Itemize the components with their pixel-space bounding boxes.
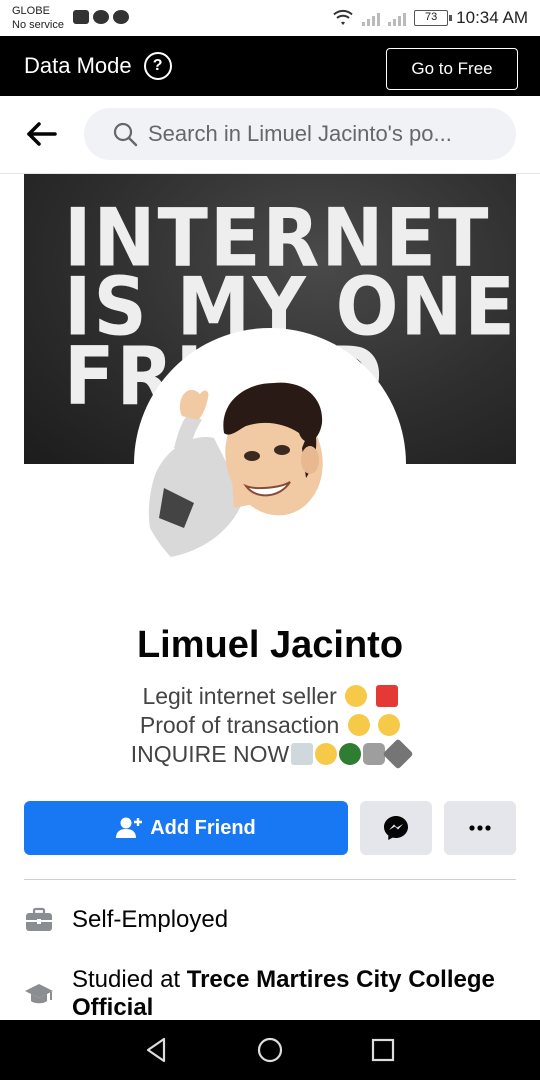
battery-icon: 73 xyxy=(414,10,453,26)
activity-icon xyxy=(73,10,89,24)
signal-icon-2 xyxy=(388,10,407,26)
bio-line: INQUIRE NOW xyxy=(0,738,540,770)
education-detail: Studied at Trece Martires City College O… xyxy=(24,966,516,1022)
notification-icons xyxy=(73,10,129,24)
service-status: No service xyxy=(12,19,64,31)
messenger-icon xyxy=(384,816,408,840)
bio-line: Legit internet seller xyxy=(0,682,540,711)
point-down-emoji-icon xyxy=(347,714,370,736)
globe-emoji-icon xyxy=(339,743,362,765)
work-text: Self-Employed xyxy=(72,906,229,933)
carrier-info: GLOBE No service xyxy=(12,4,64,32)
avatar-illustration xyxy=(148,382,323,558)
divider xyxy=(24,879,516,880)
nav-home-icon[interactable] xyxy=(255,1035,285,1065)
go-to-free-button[interactable]: Go to Free xyxy=(386,48,518,90)
nav-back-icon[interactable] xyxy=(142,1035,172,1065)
profile-bio: Legit internet seller Proof of transacti… xyxy=(0,682,540,770)
smile-emoji-icon xyxy=(315,743,338,765)
status-bar: GLOBE No service 73 10:34 AM xyxy=(0,0,540,36)
add-friend-label: Add Friend xyxy=(150,816,256,839)
messenger-button[interactable] xyxy=(360,801,432,855)
nav-recents-icon[interactable] xyxy=(368,1035,398,1065)
wifi-icon xyxy=(333,9,353,25)
signal-icon xyxy=(362,10,381,26)
system-indicators: 73 10:34 AM xyxy=(332,8,528,28)
profile-name: Limuel Jacinto xyxy=(136,624,404,666)
add-friend-icon xyxy=(116,817,143,838)
bio-line: Proof of transaction xyxy=(0,711,540,740)
more-dots-icon xyxy=(469,825,491,831)
help-icon[interactable]: ? xyxy=(143,52,172,80)
hundred-points-emoji-icon xyxy=(375,685,398,707)
search-input[interactable]: Search in Limuel Jacinto's po... xyxy=(84,108,516,160)
data-mode-bar: Data Mode ? Go to Free xyxy=(0,36,540,96)
inbox-emoji-icon xyxy=(291,743,314,765)
search-placeholder: Search in Limuel Jacinto's po... xyxy=(148,121,452,146)
work-detail: Self-Employed xyxy=(24,906,516,934)
add-friend-button[interactable]: Add Friend xyxy=(24,801,348,855)
system-nav-bar xyxy=(0,1020,540,1080)
chat-notification-icon xyxy=(113,10,129,24)
search-header: Search in Limuel Jacinto's po... xyxy=(0,96,540,174)
point-down-emoji-icon xyxy=(378,714,401,736)
carrier-name: GLOBE xyxy=(12,5,50,17)
data-mode-title: Data Mode xyxy=(24,53,132,78)
back-arrow-icon[interactable] xyxy=(26,120,58,148)
game-controller-emoji-icon xyxy=(363,743,386,765)
search-icon xyxy=(113,122,138,147)
more-options-button[interactable] xyxy=(444,801,516,855)
profile-picture[interactable] xyxy=(134,328,406,600)
clock: 10:34 AM xyxy=(456,8,528,27)
graduation-cap-icon xyxy=(25,984,53,1004)
messenger-notification-icon xyxy=(93,10,109,24)
education-text: Studied at Trece Martires City College O… xyxy=(72,966,495,1021)
film-frames-emoji-icon xyxy=(382,738,414,770)
ok-hand-emoji-icon xyxy=(345,685,368,707)
briefcase-icon xyxy=(26,907,52,931)
